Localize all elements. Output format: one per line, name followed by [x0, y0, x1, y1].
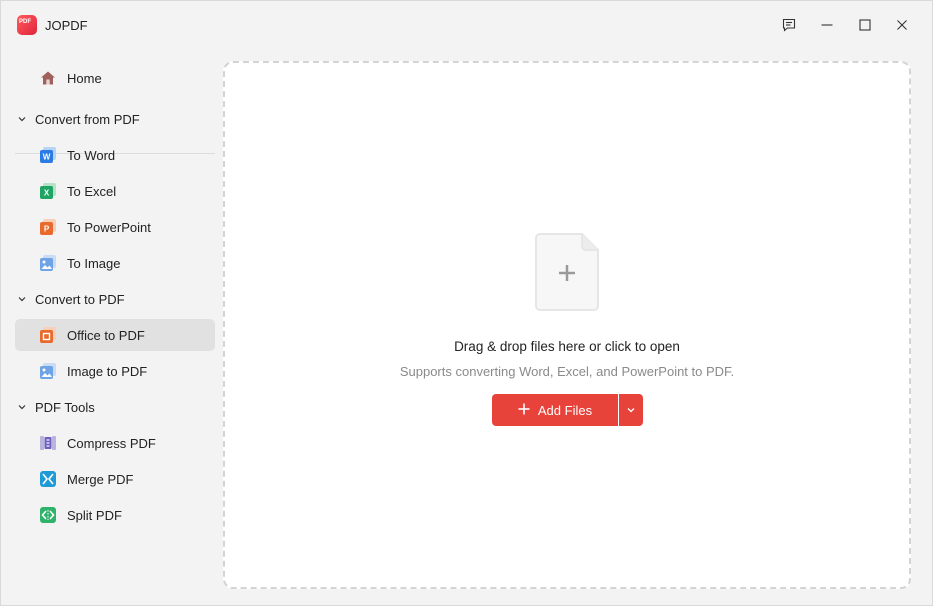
section-pdf-tools[interactable]: PDF Tools: [15, 395, 215, 419]
section-convert-to-pdf[interactable]: Convert to PDF: [15, 287, 215, 311]
sidebar-item-to-word[interactable]: W To Word: [15, 139, 215, 171]
app-title: JOPDF: [45, 18, 88, 33]
svg-text:W: W: [43, 153, 51, 162]
sidebar-item-label: To Image: [67, 256, 121, 271]
add-files-button[interactable]: Add Files: [492, 394, 618, 426]
chevron-down-icon: [18, 297, 26, 302]
sidebar-item-to-image[interactable]: To Image: [15, 247, 215, 279]
image-icon: [40, 255, 56, 271]
svg-text:P: P: [44, 225, 50, 234]
image-icon: [40, 363, 56, 379]
sidebar-item-to-excel[interactable]: X To Excel: [15, 175, 215, 207]
section-label: PDF Tools: [35, 400, 95, 415]
sidebar-item-label: Home: [67, 71, 102, 86]
feedback-icon: [782, 18, 796, 32]
plus-icon: [518, 400, 530, 418]
drop-zone-subtitle: Supports converting Word, Excel, and Pow…: [399, 364, 735, 379]
merge-icon: [40, 471, 56, 487]
minimize-button[interactable]: [812, 11, 842, 39]
sidebar-item-label: To Excel: [67, 184, 117, 199]
sidebar-item-compress-pdf[interactable]: Compress PDF: [15, 427, 215, 459]
app-logo-icon: PDF: [17, 15, 37, 35]
powerpoint-icon: P: [40, 219, 56, 235]
add-file-icon: [535, 233, 599, 311]
title-bar: PDF JOPDF: [1, 1, 932, 49]
sidebar-item-image-to-pdf[interactable]: Image to PDF: [15, 355, 215, 387]
sidebar-item-label: Split PDF: [67, 508, 122, 523]
chevron-down-icon: [18, 405, 26, 410]
sidebar-item-label: Compress PDF: [67, 436, 156, 451]
maximize-icon: [859, 19, 871, 31]
sidebar-item-label: Office to PDF: [67, 328, 145, 343]
compress-icon: [40, 436, 56, 450]
split-icon: [40, 507, 56, 523]
sidebar-item-to-powerpoint[interactable]: P To PowerPoint: [15, 211, 215, 243]
office-icon: [40, 327, 56, 343]
add-files-label: Add Files: [537, 402, 593, 418]
sidebar-item-office-to-pdf[interactable]: Office to PDF: [15, 319, 215, 351]
sidebar-item-split-pdf[interactable]: Split PDF: [15, 499, 215, 531]
word-icon: W: [40, 147, 56, 163]
close-button[interactable]: [887, 11, 917, 39]
sidebar-item-label: Image to PDF: [67, 364, 148, 379]
add-files-dropdown-button[interactable]: [619, 394, 643, 426]
svg-text:X: X: [44, 189, 50, 198]
section-label: Convert from PDF: [35, 112, 140, 127]
sidebar-item-label: Merge PDF: [67, 472, 134, 487]
sidebar: Home Convert from PDF W To Word X To Exc…: [1, 57, 223, 597]
excel-icon: X: [40, 183, 56, 199]
sidebar-item-merge-pdf[interactable]: Merge PDF: [15, 463, 215, 495]
section-convert-from-pdf[interactable]: Convert from PDF: [15, 107, 215, 131]
maximize-button[interactable]: [850, 11, 880, 39]
section-label: Convert to PDF: [35, 292, 125, 307]
sidebar-item-label: To PowerPoint: [67, 220, 151, 235]
chevron-down-icon: [18, 117, 26, 122]
close-icon: [897, 20, 907, 30]
file-drop-zone[interactable]: Drag & drop files here or click to open …: [223, 61, 911, 589]
home-icon: [41, 71, 55, 85]
minimize-icon: [821, 24, 833, 26]
sidebar-item-label: To Word: [67, 148, 116, 163]
drop-zone-title: Drag & drop files here or click to open: [454, 339, 680, 354]
app-window: PDF JOPDF Home Convert from PDF W To Wor…: [0, 0, 933, 606]
sidebar-item-home[interactable]: Home: [15, 62, 215, 94]
chevron-down-icon: [627, 408, 635, 413]
feedback-button[interactable]: [774, 11, 804, 39]
